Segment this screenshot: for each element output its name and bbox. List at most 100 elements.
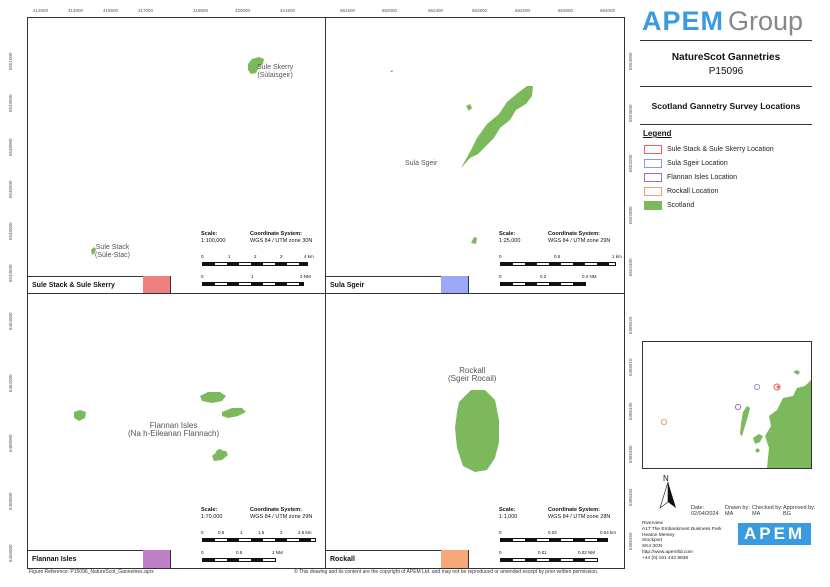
panel-rockall[interactable]: Rockall (Sgeir Rocail) Scale: 1:1,000 Coo… bbox=[325, 293, 625, 569]
sule-skerry-label: Sule Skerry (Sùlaisgeir) bbox=[257, 64, 294, 79]
map-subtitle: Scotland Gannetry Survey Locations bbox=[651, 101, 801, 111]
scotland-mainland bbox=[765, 380, 811, 468]
north-arrow-icon bbox=[659, 482, 676, 509]
panel-name: Sula Sgeir bbox=[330, 282, 365, 289]
scale-label: 1 km bbox=[612, 254, 622, 259]
tick: 6462000 bbox=[8, 374, 13, 392]
scale-label: 0 bbox=[201, 530, 204, 535]
sule-map bbox=[91, 57, 264, 255]
coord-system: Coordinate System: WGS 84 / UTM zone 29N bbox=[548, 231, 611, 244]
sula-islet-2 bbox=[471, 237, 477, 244]
tick: 6386450 bbox=[628, 532, 633, 550]
divider bbox=[640, 40, 812, 41]
tick: 6386465 bbox=[628, 488, 633, 506]
flannan-island-1 bbox=[200, 392, 226, 403]
legend-swatch bbox=[644, 145, 662, 154]
scale-label: 0.5 bbox=[236, 550, 243, 555]
overview-map-svg bbox=[660, 370, 811, 468]
panel-color-swatch bbox=[441, 550, 468, 568]
overview-map[interactable] bbox=[642, 341, 812, 469]
coord-system: Coordinate System: WGS 84 / UTM zone 29N bbox=[250, 507, 313, 520]
info-value: 02/04/2024 bbox=[691, 511, 719, 517]
info-value: BG bbox=[783, 511, 791, 517]
rockall-label: Rockall (Sgeir Rocail) bbox=[448, 366, 497, 383]
tick: 6386525 bbox=[628, 316, 633, 334]
divider bbox=[640, 86, 812, 87]
scale-label: 0 bbox=[499, 274, 502, 279]
panel-color-swatch bbox=[143, 276, 170, 294]
legend-swatch bbox=[644, 201, 662, 210]
tick: 6553200 bbox=[628, 154, 633, 172]
apem-group-logo: APEM Group bbox=[642, 6, 804, 36]
info-value: MA bbox=[752, 511, 761, 517]
legend-swatch bbox=[644, 187, 662, 196]
panel-sule[interactable]: Sule Skerry (Sùlaisgeir) Sule Stack (Sùle-… bbox=[27, 17, 327, 295]
project-number: P15096 bbox=[708, 66, 744, 77]
scale-label: 0.02 NM bbox=[578, 550, 596, 555]
tick: 662400 bbox=[428, 8, 444, 13]
km-scale-bar bbox=[500, 262, 616, 266]
sula-map bbox=[390, 70, 533, 244]
inner-islands bbox=[755, 448, 760, 453]
legend-label: Sula Sgeir Location bbox=[667, 160, 728, 167]
tick: 414000 bbox=[68, 8, 84, 13]
info-value: MA bbox=[725, 511, 734, 517]
orkney bbox=[793, 370, 800, 375]
sule-marker-dot bbox=[776, 385, 780, 389]
scale-heading: Scale: 1:25,000 bbox=[499, 231, 521, 244]
scale-label: 1 bbox=[251, 274, 254, 279]
north-arrow: N bbox=[656, 474, 680, 510]
panel-name: Rockall bbox=[330, 556, 355, 563]
panel-sula[interactable]: Sula Sgeir Scale: 1:25,000 Coordinate Sy… bbox=[325, 17, 625, 295]
scale-label: 0.5 bbox=[554, 254, 561, 259]
tick: 663200 bbox=[515, 8, 531, 13]
legend-label: Rockall Location bbox=[667, 188, 719, 195]
scale-label: 0 bbox=[201, 274, 204, 279]
scale-label: 0.4 NM bbox=[582, 274, 597, 279]
sula-marker-icon bbox=[753, 383, 761, 391]
scale-heading: Scale: 1:1,000 bbox=[499, 507, 518, 520]
company-address: Riverview A17 The Embankment Business Pa… bbox=[642, 521, 722, 561]
scale-label: 0.5 bbox=[218, 530, 225, 535]
panel-flannan[interactable]: Flannan Isles (Na h-Eileanan Flannach) Sc… bbox=[27, 293, 327, 569]
legend-label: Scotland bbox=[667, 202, 695, 209]
tick: 6553600 bbox=[628, 104, 633, 122]
document-title: NatureScot Gannetries bbox=[671, 52, 781, 63]
apem-logo-small: APEM bbox=[738, 523, 812, 545]
tick: 6464000 bbox=[8, 312, 13, 330]
scale-label: 2 NM bbox=[300, 274, 311, 279]
scale-label: 2 bbox=[280, 530, 283, 535]
sula-sgeir-island bbox=[461, 86, 533, 168]
outer-hebrides bbox=[740, 406, 750, 436]
tick: 6460000 bbox=[8, 434, 13, 452]
scale-label: 0 bbox=[201, 254, 204, 259]
tick: 6549500 bbox=[8, 94, 13, 112]
scale-label: 1.5 bbox=[258, 530, 265, 535]
tick: 6546500 bbox=[8, 180, 13, 198]
coord-system: Coordinate System: WGS 84 / UTM zone 30N bbox=[250, 231, 313, 244]
copyright-notice: © This drawing and its content are the c… bbox=[294, 569, 599, 575]
rockall-island bbox=[455, 390, 499, 472]
scale-label: 2 bbox=[254, 254, 257, 259]
legend-swatch bbox=[644, 159, 662, 168]
scale-label: 0.01 bbox=[538, 550, 547, 555]
figure-reference: Figure Reference: P15096_NatureScot_Gann… bbox=[29, 569, 154, 575]
flannan-label: Flannan Isles (Na h-Eileanan Flannach) bbox=[128, 421, 220, 438]
tick: 6552400 bbox=[628, 258, 633, 276]
panel-color-swatch bbox=[441, 276, 468, 294]
km-scale-bar bbox=[500, 538, 608, 542]
tick: 420000 bbox=[235, 8, 251, 13]
scale-label: 3 bbox=[280, 254, 283, 259]
scale-label: 1 NM bbox=[272, 550, 283, 555]
tick: 6545000 bbox=[8, 222, 13, 240]
tick: 6548000 bbox=[8, 138, 13, 156]
scale-label: 0.02 bbox=[548, 530, 557, 535]
sule-stack-label: Sule Stack (Sùle-Stac) bbox=[95, 244, 131, 259]
scale-heading: Scale: 1:70,000 bbox=[201, 507, 223, 520]
scale-label: 1 bbox=[240, 530, 243, 535]
divider bbox=[640, 124, 812, 125]
panel-color-swatch bbox=[143, 550, 170, 568]
tick: 6386495 bbox=[628, 402, 633, 420]
km-scale-bar bbox=[202, 262, 308, 266]
rockall-marker-icon bbox=[660, 418, 668, 426]
